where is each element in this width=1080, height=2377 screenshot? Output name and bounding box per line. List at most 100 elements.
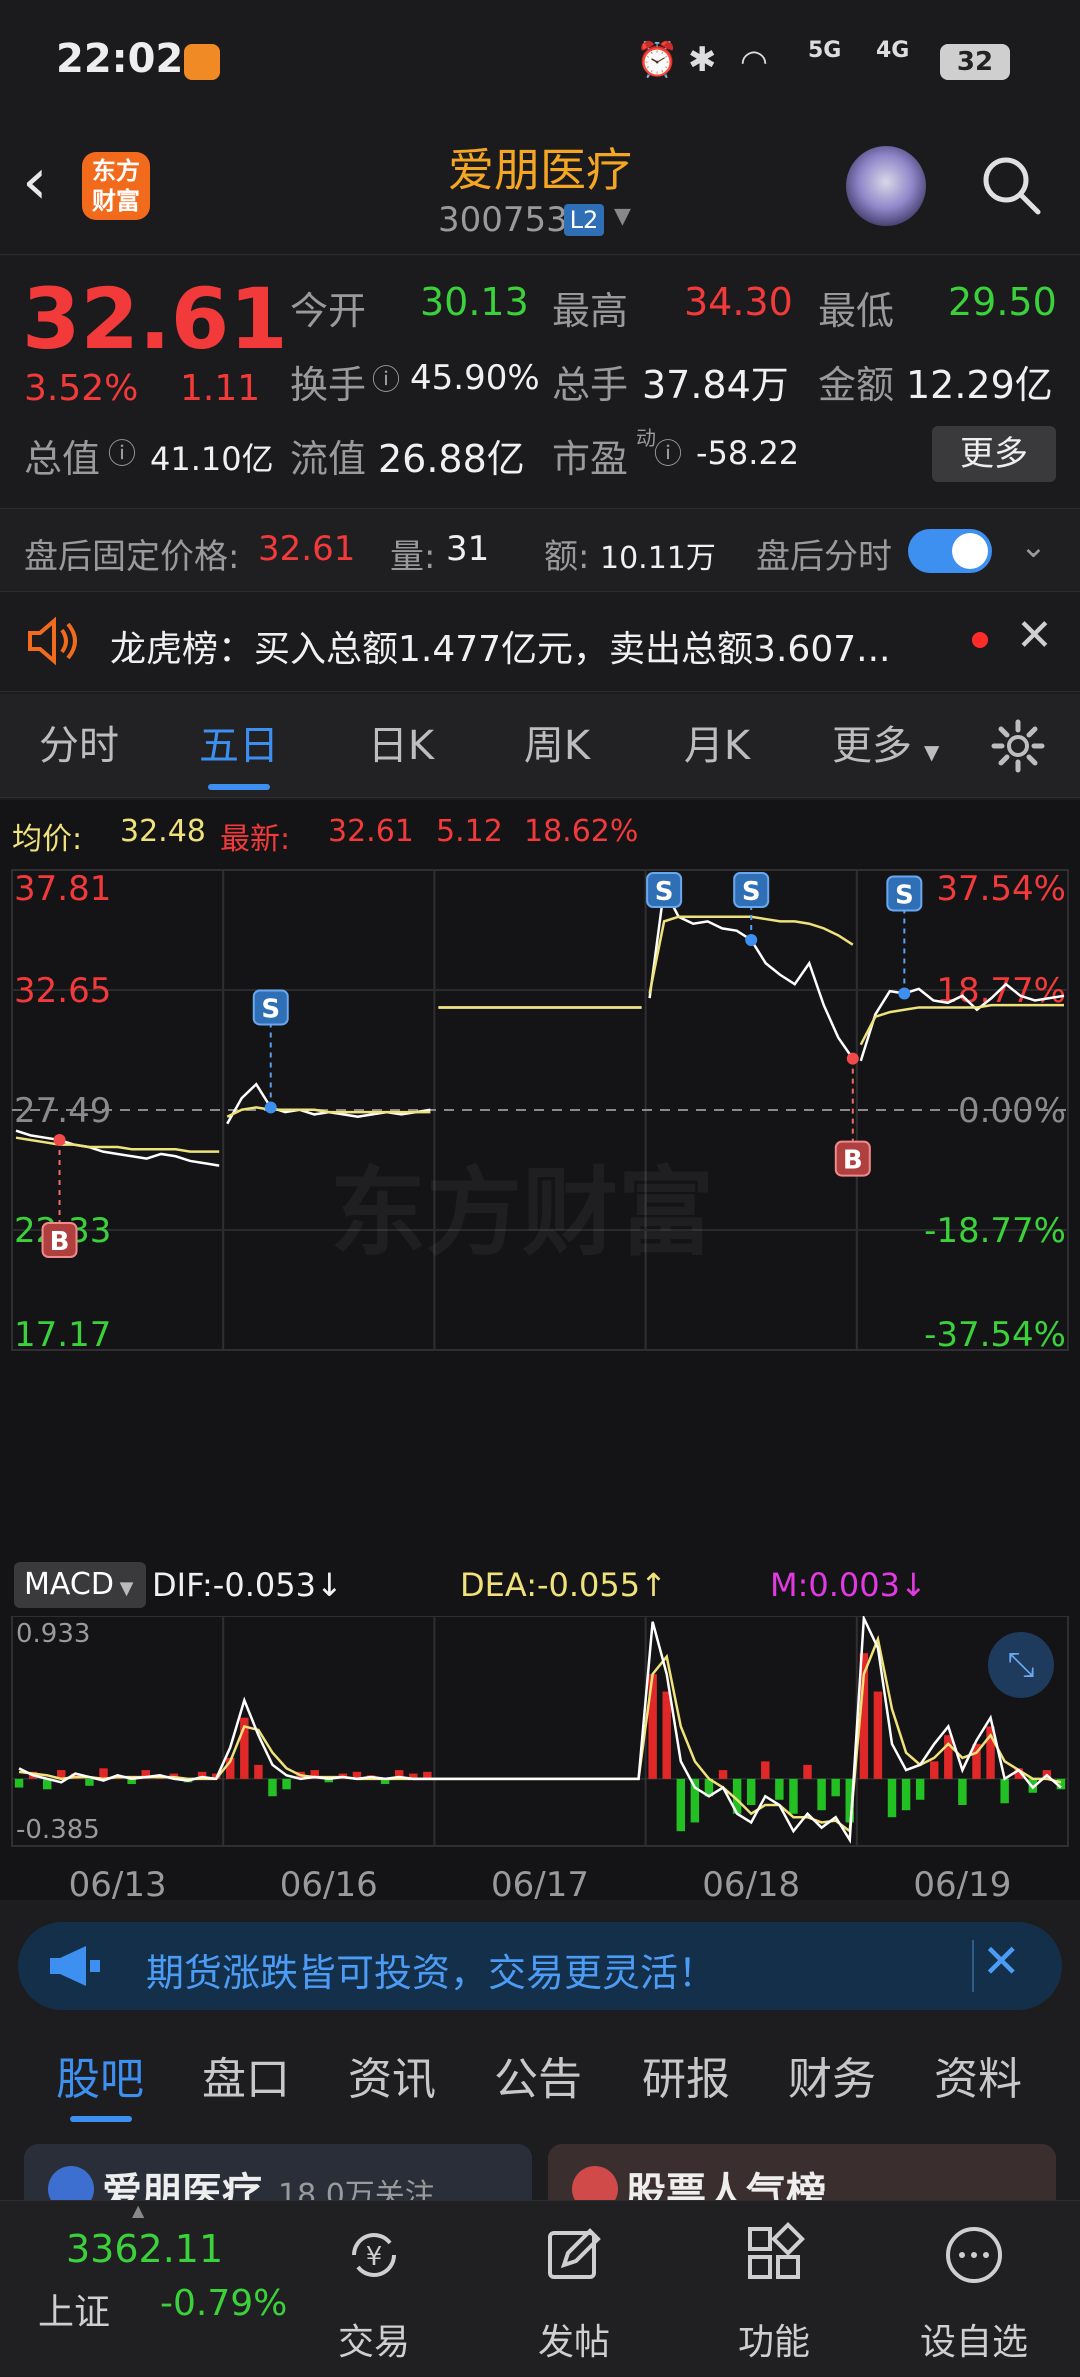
promo-banner[interactable]: 期货涨跌皆可投资，交易更灵活！ ✕ — [18, 1922, 1062, 2010]
trade-marker-dot — [846, 1052, 859, 1065]
content-tabs: 股吧 盘口 资讯 公告 研报 财务 资料 — [0, 2030, 1080, 2130]
search-icon[interactable] — [980, 154, 1041, 215]
l2-badge[interactable]: L2 — [564, 204, 604, 236]
content-tab-indicator — [70, 2116, 132, 2122]
back-icon[interactable]: ‹ — [22, 150, 82, 222]
promo-divider — [972, 1940, 974, 1992]
unread-dot — [972, 632, 988, 648]
macd-hist-bar — [915, 1778, 925, 1800]
price-chart[interactable]: 37.8137.54%32.6518.77%27.490.00%22.33-18… — [0, 860, 1080, 1360]
tab-news[interactable]: 资讯 — [332, 2030, 452, 2130]
current-price: 32.61 — [22, 270, 288, 368]
tab-announcements[interactable]: 公告 — [478, 2030, 598, 2130]
after-hours-volume-label: 量: — [390, 537, 436, 577]
trade-marker-label: S — [742, 877, 761, 907]
after-hours-toggle-label: 盘后分时 — [756, 537, 892, 577]
low-label: 最低 — [818, 289, 895, 333]
close-lhb-icon[interactable]: ✕ — [1016, 610, 1053, 661]
dropdown-caret-icon[interactable]: ▼ — [614, 204, 631, 229]
pe-info-icon[interactable]: ⓘ — [654, 432, 682, 472]
fullscreen-expand-icon[interactable]: ⤡ — [988, 1632, 1054, 1698]
tab-more[interactable]: 更多 — [822, 694, 922, 798]
turnover-info-icon[interactable]: ⓘ — [372, 358, 400, 398]
tab-guba[interactable]: 股吧 — [40, 2030, 160, 2130]
after-hours-price-label: 盘后固定价格: — [24, 537, 240, 577]
tab-research[interactable]: 研报 — [626, 2030, 746, 2130]
latest-change: 5.12 — [436, 814, 503, 849]
tab-fenshi[interactable]: 分时 — [20, 694, 138, 798]
turnover-label: 换手 — [290, 363, 367, 407]
macd-hist-bar — [887, 1778, 897, 1818]
lhb-text: 龙虎榜：买入总额1.477亿元，卖出总额3.607... — [110, 629, 891, 670]
tab-month-k[interactable]: 月K — [658, 694, 776, 798]
nav-watchlist[interactable]: 设自选 — [874, 2201, 1074, 2377]
macd-hist-bar — [803, 1764, 812, 1779]
macd-hist-bar — [1000, 1778, 1009, 1804]
expand-chevron-icon[interactable]: ⌄ — [1020, 527, 1047, 565]
after-hours-toggle[interactable] — [908, 529, 992, 573]
amount-label: 金额 — [818, 363, 895, 407]
promo-close-icon[interactable]: ✕ — [982, 1934, 1021, 1988]
macd-hist-bar — [676, 1778, 686, 1832]
more-caret-icon: ▼ — [924, 740, 940, 764]
macd-hist-bar — [268, 1778, 277, 1797]
macd-dea: DEA:-0.055↑ — [460, 1566, 667, 1604]
watermark: 东方财富 — [330, 1157, 714, 1269]
x-tick-label: 06/18 — [702, 1865, 800, 1905]
macd-hist-bar — [930, 1761, 939, 1779]
nav-trade[interactable]: ¥ 交易 — [274, 2201, 474, 2377]
macd-ymax-tick: 0.933 — [16, 1619, 90, 1649]
avg-label: 均价: — [12, 822, 83, 857]
settings-gear-icon[interactable] — [990, 718, 1046, 774]
index-ticker[interactable]: ▲ 3362.11 上证 -0.79% — [0, 2201, 300, 2377]
lhb-bar[interactable]: 龙虎榜：买入总额1.477亿元，卖出总额3.607... ✕ — [0, 592, 1080, 692]
tab-finance[interactable]: 财务 — [772, 2030, 892, 2130]
trade-icon: ¥ — [352, 2233, 396, 2277]
quote-panel: 32.61 3.52% 1.11 今开 30.13 最高 34.30 最低 29… — [0, 256, 1080, 506]
latest-label: 最新: — [220, 822, 291, 857]
trade-marker-dot — [264, 1101, 277, 1114]
speaker-icon — [26, 616, 80, 666]
robot-assistant-icon[interactable] — [846, 146, 926, 226]
after-hours-amount: 10.11万 — [600, 541, 716, 576]
svg-text:¥: ¥ — [366, 2242, 383, 2272]
high-label: 最高 — [552, 289, 629, 333]
y-tick-right: -18.77% — [924, 1211, 1066, 1251]
status-time: 22:02 — [56, 36, 184, 82]
macd-hist-bar — [958, 1778, 967, 1805]
macd-selector-label: MACD — [24, 1567, 114, 1602]
nav-watchlist-label: 设自选 — [919, 2322, 1028, 2363]
macd-chart[interactable]: 0.933 -0.385 06/13 06/16 06/17 06/18 06/19 — [0, 1616, 1080, 1906]
open-value: 30.13 — [420, 280, 529, 324]
tab-profile[interactable]: 资料 — [918, 2030, 1038, 2130]
macd-selector[interactable]: MACD ▼ — [14, 1562, 146, 1608]
tab-five-day[interactable]: 五日 — [180, 694, 298, 798]
trade-marker-label: S — [655, 877, 674, 907]
post-icon — [548, 2228, 601, 2279]
trade-marker-label: S — [261, 994, 280, 1024]
nav-functions[interactable]: 功能 — [674, 2201, 874, 2377]
stock-code: 300753 — [438, 200, 568, 240]
trade-marker-label: S — [895, 880, 914, 910]
app-notification-icon — [184, 44, 220, 80]
popularity-card[interactable]: 股票人气榜 — [548, 2144, 1056, 2200]
float-cap-value: 26.88亿 — [378, 437, 525, 481]
pe-dynamic-sup: 动 — [636, 426, 656, 450]
trade-marker-label: B — [50, 1227, 70, 1257]
tab-day-k[interactable]: 日K — [342, 694, 460, 798]
market-cap-info-icon[interactable]: ⓘ — [108, 432, 136, 472]
nav-post[interactable]: 发帖 — [474, 2201, 674, 2377]
x-tick-label: 06/17 — [491, 1865, 589, 1905]
pe-label: 市盈 — [552, 437, 629, 481]
change-amount: 1.11 — [180, 368, 261, 409]
macd-hist-bar — [14, 1778, 24, 1788]
volume-value: 37.84万 — [642, 363, 789, 407]
more-button[interactable]: 更多 — [932, 426, 1056, 482]
nav-functions-label: 功能 — [737, 2322, 810, 2363]
tab-week-k[interactable]: 周K — [498, 694, 616, 798]
volume-label: 总手 — [552, 363, 629, 407]
tab-pankou[interactable]: 盘口 — [186, 2030, 306, 2130]
nav-post-label: 发帖 — [537, 2322, 610, 2363]
after-hours-price: 32.61 — [258, 529, 356, 569]
stock-bar-card[interactable]: 爱朋医疗 18.0万关注 — [24, 2144, 532, 2200]
